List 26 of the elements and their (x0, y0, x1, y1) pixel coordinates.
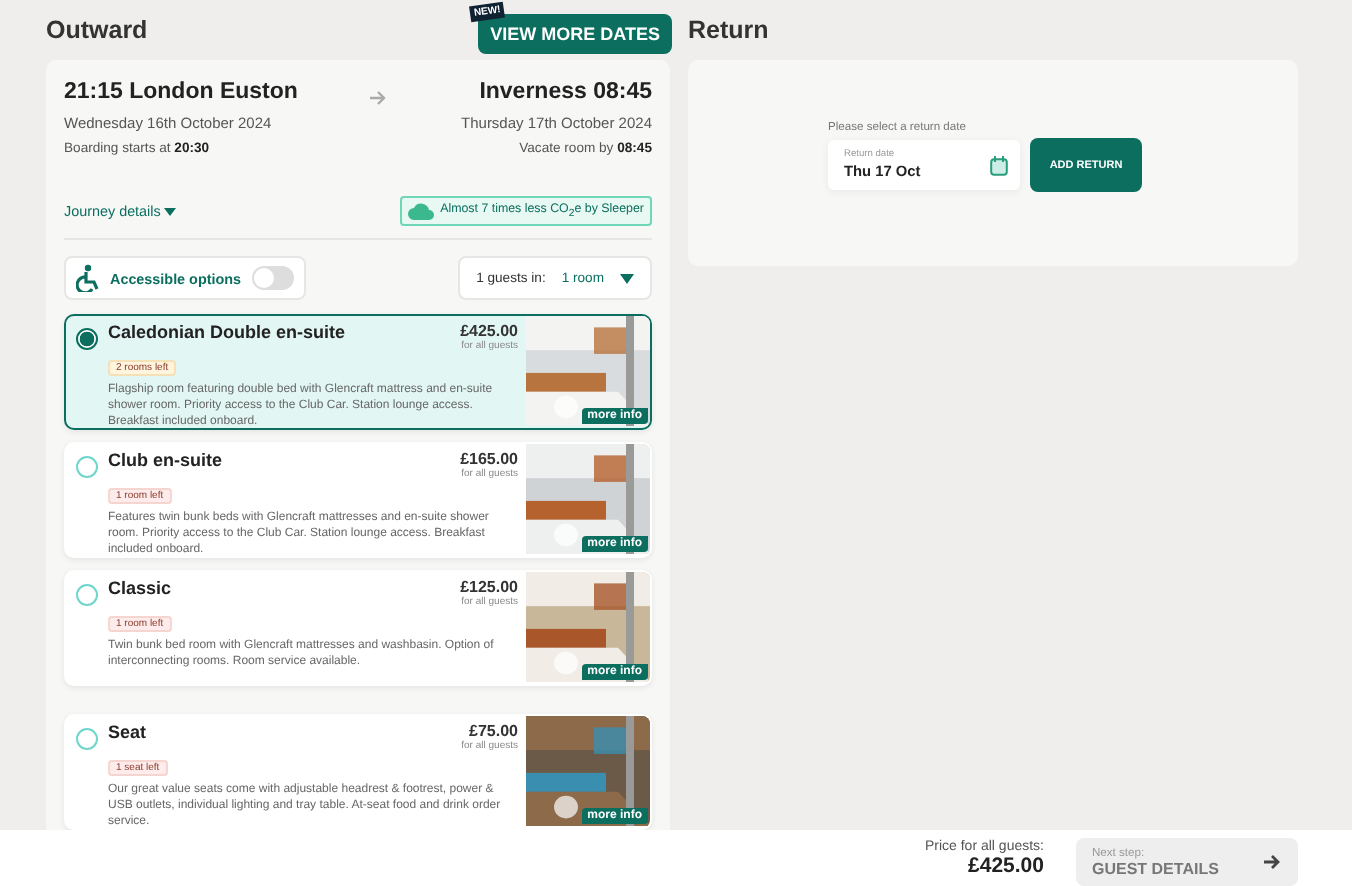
room-price: £425.00 (460, 322, 518, 341)
dropdown-caret-icon (620, 273, 634, 284)
room-name: Caledonian Double en-suite (108, 322, 348, 345)
room-name: Seat (108, 722, 149, 745)
room-name: Classic (108, 578, 174, 601)
radio-button[interactable] (76, 728, 98, 751)
room-price: £125.00 (460, 578, 518, 597)
radio-button[interactable] (76, 328, 98, 351)
room-price: £165.00 (460, 450, 518, 469)
room-option[interactable] (64, 314, 652, 431)
section-title: Outward (46, 16, 148, 44)
radio-button[interactable] (76, 584, 98, 607)
calendar-icon (990, 155, 1008, 175)
radio-button[interactable] (76, 456, 98, 479)
arrow-icon (370, 90, 389, 106)
arrow-icon (1264, 854, 1282, 870)
section-title: Return (688, 16, 769, 44)
total-price: £425.00 (966, 853, 1044, 877)
room-name: Club en-suite (108, 450, 225, 473)
wheelchair-icon (76, 264, 100, 293)
caret-icon (164, 207, 177, 216)
view-more-dates-button[interactable]: VIEW MORE DATES (478, 14, 672, 54)
room-price: £75.00 (469, 722, 518, 741)
arrival-time: Inverness 08:45 (477, 80, 652, 104)
cloud-icon (408, 202, 435, 221)
departure-time: 21:15 London Euston (64, 80, 298, 104)
